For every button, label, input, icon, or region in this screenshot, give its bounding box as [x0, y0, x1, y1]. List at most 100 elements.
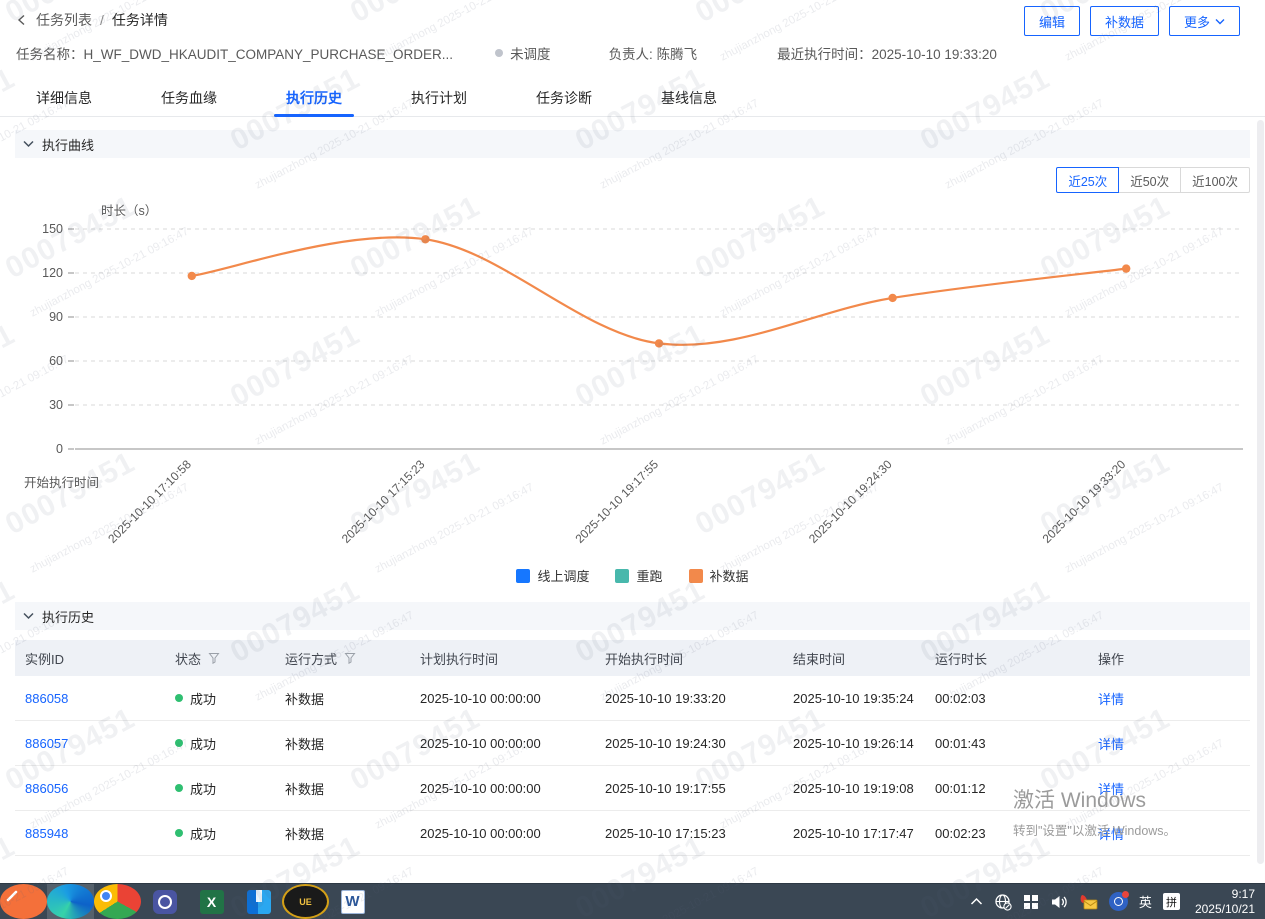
- ime-language-indicator[interactable]: 英: [1139, 892, 1152, 911]
- tab-lineage[interactable]: 任务血缘: [155, 80, 223, 116]
- status-badge: 未调度: [495, 43, 551, 63]
- row-end-time: 2025-10-10 17:17:47: [783, 826, 925, 841]
- edge-icon[interactable]: [47, 884, 94, 919]
- watermark-tile: 00079451zhujianzhong 2025-10-21 09:16:47: [0, 45, 71, 192]
- tab-diagnose[interactable]: 任务诊断: [530, 80, 598, 116]
- tab-baseline[interactable]: 基线信息: [655, 80, 723, 116]
- top-bar: 任务列表 / 任务详情 编辑 补数据 更多: [0, 0, 1265, 38]
- row-duration: 00:02:03: [925, 691, 1088, 706]
- task-name: 任务名称：H_WF_DWD_HKAUDIT_COMPANY_PURCHASE_O…: [16, 43, 453, 63]
- windows-taskbar: X UE W: [0, 883, 1265, 919]
- svg-text:2025-10-10 17:15:23: 2025-10-10 17:15:23: [339, 457, 428, 546]
- chart-canvas: 03060901201502025-10-10 17:10:582025-10-…: [15, 198, 1250, 590]
- range-button-100runs[interactable]: 近100次: [1180, 167, 1250, 193]
- legend-item-重跑[interactable]: 重跑: [615, 566, 662, 585]
- detail-link[interactable]: 详情: [1098, 824, 1124, 843]
- backfill-button[interactable]: 补数据: [1090, 6, 1159, 36]
- pen-icon[interactable]: [0, 884, 47, 919]
- no-network-icon[interactable]: [994, 893, 1012, 911]
- row-duration: 00:01:12: [925, 781, 1088, 796]
- tab-plan[interactable]: 执行计划: [405, 80, 473, 116]
- row-planned-time: 2025-10-10 00:00:00: [410, 781, 595, 796]
- row-status: 成功: [165, 779, 275, 798]
- instance-id-link[interactable]: 886057: [25, 736, 68, 751]
- speaker-icon[interactable]: [1050, 894, 1068, 910]
- row-end-time: 2025-10-10 19:35:24: [783, 691, 925, 706]
- column-header-status: 状态: [165, 649, 275, 668]
- svg-text:2025-10-10 19:33:20: 2025-10-10 19:33:20: [1040, 457, 1129, 546]
- table-body: 886058成功补数据2025-10-10 00:00:002025-10-10…: [15, 676, 1250, 856]
- curve-section-header[interactable]: 执行曲线: [15, 130, 1250, 158]
- status-dot-icon: [495, 49, 503, 57]
- range-button-50runs[interactable]: 近50次: [1118, 167, 1181, 193]
- ime-pinyin-badge[interactable]: 拼: [1163, 893, 1180, 910]
- task-owner: 负责人: 陈腾飞: [609, 43, 698, 63]
- h-app-icon[interactable]: [235, 884, 282, 919]
- row-planned-time: 2025-10-10 00:00:00: [410, 826, 595, 841]
- tab-bar: 详细信息 任务血缘 执行历史 执行计划 任务诊断 基线信息: [0, 80, 1265, 117]
- table-row: 885948 成功补数据2025-10-10 00:00:00 2025-10-10…: [15, 811, 1250, 856]
- column-header-start: 开始执行时间: [595, 649, 783, 668]
- chrome-icon[interactable]: [94, 884, 141, 919]
- filter-funnel-icon[interactable]: [208, 652, 220, 664]
- legend-item-线上调度[interactable]: 线上调度: [516, 566, 589, 585]
- more-button[interactable]: 更多: [1169, 6, 1240, 36]
- excel-icon[interactable]: X: [188, 884, 235, 919]
- collapse-chevron-icon[interactable]: [23, 140, 34, 148]
- row-run-mode: 补数据: [275, 779, 410, 798]
- detail-link[interactable]: 详情: [1098, 689, 1124, 708]
- svg-text:30: 30: [49, 398, 63, 412]
- row-end-time: 2025-10-10 19:19:08: [783, 781, 925, 796]
- svg-text:60: 60: [49, 354, 63, 368]
- instance-id-link[interactable]: 886056: [25, 781, 68, 796]
- row-status: 成功: [165, 734, 275, 753]
- execution-curve-chart: 03060901201502025-10-10 17:10:582025-10-…: [15, 198, 1250, 590]
- back-icon[interactable]: [16, 14, 28, 26]
- column-header-planned: 计划执行时间: [410, 649, 595, 668]
- breadcrumb-task-list[interactable]: 任务列表: [36, 10, 92, 30]
- chevron-down-icon: [1215, 18, 1225, 25]
- legend-swatch-icon: [615, 569, 629, 583]
- success-dot-icon: [175, 784, 183, 792]
- row-start-time: 2025-10-10 19:24:30: [595, 736, 783, 751]
- ultraedit-icon[interactable]: UE: [282, 884, 329, 919]
- row-planned-time: 2025-10-10 00:00:00: [410, 736, 595, 751]
- tab-detail[interactable]: 详细信息: [30, 80, 98, 116]
- grid-icon[interactable]: [1023, 894, 1039, 910]
- tab-history[interactable]: 执行历史: [280, 80, 348, 116]
- instance-id-link[interactable]: 885948: [25, 826, 68, 841]
- taskbar-clock[interactable]: 9:17 2025/10/21: [1195, 887, 1255, 917]
- x-axis-title: 开始执行时间: [24, 472, 99, 491]
- column-header-duration: 运行时长: [925, 649, 1088, 668]
- success-dot-icon: [175, 694, 183, 702]
- tray-expand-icon[interactable]: [970, 897, 983, 906]
- breadcrumb-separator: /: [100, 12, 104, 28]
- svg-text:2025-10-10 19:17:55: 2025-10-10 19:17:55: [572, 457, 661, 546]
- instance-id-link[interactable]: 886058: [25, 691, 68, 706]
- detail-link[interactable]: 详情: [1098, 734, 1124, 753]
- history-section-header[interactable]: 执行历史: [15, 602, 1250, 630]
- column-header-action: 操作: [1088, 649, 1250, 668]
- column-header-mode: 运行方式: [275, 649, 410, 668]
- breadcrumb: 任务列表 / 任务详情: [16, 10, 168, 30]
- vertical-scrollbar[interactable]: [1257, 120, 1264, 864]
- row-status: 成功: [165, 824, 275, 843]
- notifier-icon[interactable]: [1109, 892, 1128, 911]
- mail-icon[interactable]: [1079, 894, 1098, 910]
- edit-button[interactable]: 编辑: [1024, 6, 1080, 36]
- y-axis-title: 时长（s）: [101, 200, 157, 219]
- row-start-time: 2025-10-10 19:17:55: [595, 781, 783, 796]
- collapse-chevron-icon[interactable]: [23, 612, 34, 620]
- detail-link[interactable]: 详情: [1098, 779, 1124, 798]
- filter-funnel-icon[interactable]: [344, 652, 356, 664]
- watermark-tile: 00079451zhujianzhong 2025-10-21 09:16:47: [225, 45, 416, 192]
- chat-app-icon[interactable]: [141, 884, 188, 919]
- row-run-mode: 补数据: [275, 824, 410, 843]
- legend-item-补数据[interactable]: 补数据: [689, 566, 749, 585]
- task-info-row: 任务名称：H_WF_DWD_HKAUDIT_COMPANY_PURCHASE_O…: [16, 43, 1245, 63]
- word-icon[interactable]: W: [329, 884, 376, 919]
- range-button-25runs[interactable]: 近25次: [1056, 167, 1119, 193]
- chart-legend: 线上调度 重跑 补数据: [15, 566, 1250, 585]
- table-row: 886057成功补数据2025-10-10 00:00:002025-10-10…: [15, 721, 1250, 766]
- header-actions: 编辑 补数据 更多: [1024, 6, 1240, 36]
